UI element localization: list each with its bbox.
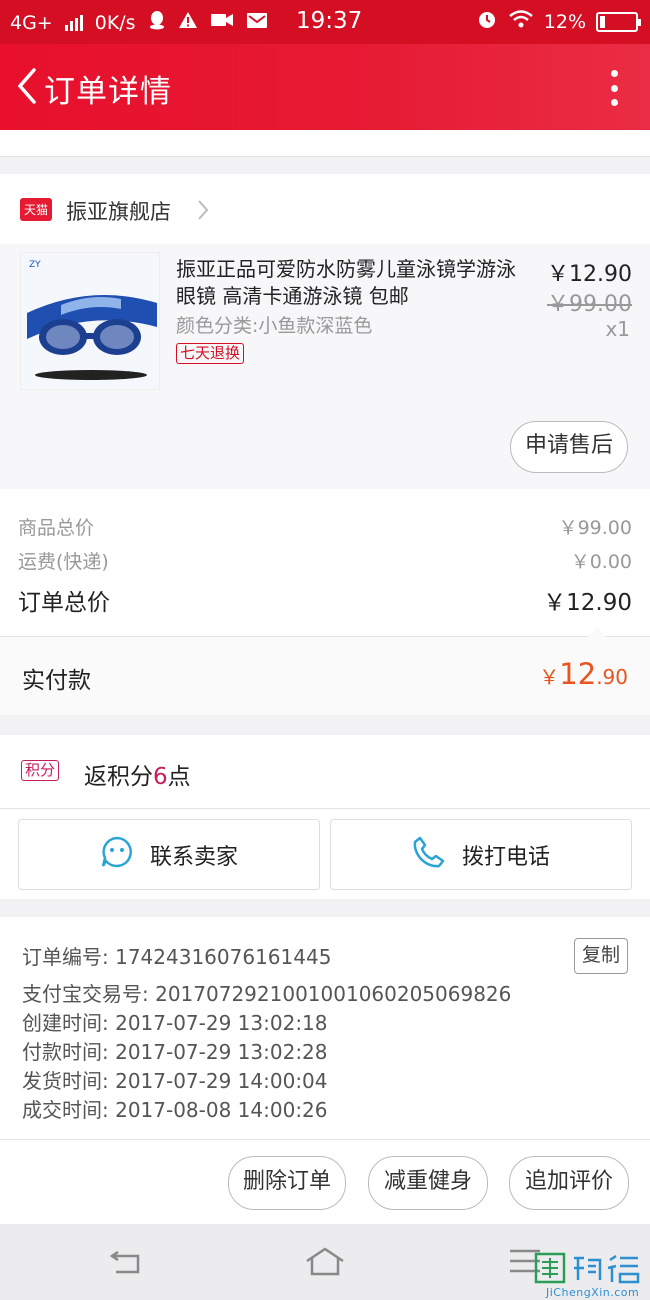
call-phone-label: 拨打电话 [461,844,550,870]
shipping-value: ￥0.00 [570,551,632,573]
paid-time: 付款时间: 2017-07-29 13:02:28 [22,1040,328,1064]
svg-text:ZY: ZY [29,260,41,270]
alipay-number: 支付宝交易号: 2017072921001001060205069826 [22,982,512,1006]
contact-row: 联系卖家 拨打电话 [0,809,650,899]
paid-integer: 12 [559,657,597,691]
product-variant: 颜色分类:小鱼款深蓝色 [176,315,373,337]
more-options-icon[interactable] [610,70,618,106]
mail-icon [246,11,268,34]
paid-amount-row: 实付款 ￥12.90 [0,627,650,715]
pointer-arrow [588,627,606,637]
fitness-button[interactable]: 减重健身 [368,1156,488,1210]
store-name[interactable]: 振亚旗舰店 [66,196,171,226]
points-suffix: 点 [167,764,191,790]
paid-amount: ￥12.90 [539,657,628,691]
network-speed: 0K/s [94,11,136,34]
order-info: 订单编号: 17424316076161445 复制 支付宝交易号: 20170… [0,917,650,1139]
top-spacer [0,130,650,156]
page-title: 订单详情 [44,74,172,110]
paid-currency: ￥ [539,665,560,689]
product-title[interactable]: 振亚正品可爱防水防雾儿童泳镜学游泳眼镜 高清卡通游泳镜 包邮 [176,256,516,310]
points-row: 积分 返积分6点 [0,735,650,809]
add-review-button[interactable]: 追加评价 [509,1156,629,1210]
apply-after-sale-button[interactable]: 申请售后 [510,421,628,473]
price-summary: 商品总价 ￥99.00 运费(快递) ￥0.00 订单总价 ￥12.90 [0,489,650,637]
shipping-label: 运费(快递) [18,551,109,573]
product-quantity: x1 [605,317,630,341]
battery-icon [596,11,641,32]
clock: 19:37 [296,8,363,34]
paid-decimal: .90 [596,665,628,689]
warning-icon [178,11,198,34]
back-icon[interactable] [108,1248,142,1280]
delete-order-button[interactable]: 删除订单 [228,1156,346,1210]
nav-bar: 订单详情 [0,44,650,130]
network-indicator: 4G+ [10,11,53,34]
points-prefix: 返积分 [84,764,153,790]
created-time: 创建时间: 2017-07-29 13:02:18 [22,1011,328,1035]
tmall-badge: 天猫 [20,198,53,221]
original-price: ￥99.00 [547,292,632,317]
product-price: ￥12.90 [547,262,632,287]
watermark-site: JiChengXin.com [546,1286,640,1299]
points-badge: 积分 [21,760,60,781]
completed-time: 成交时间: 2017-08-08 14:00:26 [22,1098,328,1122]
points-count: 6 [153,764,168,790]
product-image[interactable]: ZY [20,252,160,390]
signal-icon [64,14,83,31]
goods-total-label: 商品总价 [18,517,95,539]
copy-button[interactable]: 复制 [574,938,628,974]
chevron-right-icon [196,198,210,226]
return-policy-tag: 七天退换 [176,343,245,364]
paid-label: 实付款 [22,668,91,694]
shipped-time: 发货时间: 2017-07-29 14:00:04 [22,1069,328,1093]
product-row[interactable]: ZY 振亚正品可爱防水防雾儿童泳镜学游泳眼镜 高清卡通游泳镜 包邮 颜色分类:小… [0,244,650,489]
watermark-logo: JiChengXin.com [534,1252,646,1300]
contact-seller-label: 联系卖家 [149,844,238,870]
points-text: 返积分6点 [84,757,191,791]
phone-icon [412,835,446,875]
chat-bubble-icon [100,835,134,875]
system-nav-bar: JiChengXin.com [0,1224,650,1300]
order-total-value: ￥12.90 [543,590,632,616]
order-total-label: 订单总价 [18,590,110,616]
action-bar: 删除订单 减重健身 追加评价 [0,1140,650,1224]
qq-icon [148,10,166,35]
back-arrow-icon[interactable] [12,66,42,106]
battery-percent: 12% [543,10,586,33]
order-number: 订单编号: 17424316076161445 [22,945,332,969]
store-row[interactable]: 天猫 振亚旗舰店 [0,174,650,244]
status-bar: 4G+ 0K/s 19:37 12% [0,0,650,44]
call-phone-button[interactable]: 拨打电话 [330,819,632,890]
goods-total-value: ￥99.00 [558,517,632,539]
alarm-icon [476,8,498,35]
divider [0,156,650,157]
contact-seller-button[interactable]: 联系卖家 [18,819,320,890]
wifi-icon [508,9,534,34]
home-icon[interactable] [304,1246,346,1280]
video-icon [210,11,234,34]
